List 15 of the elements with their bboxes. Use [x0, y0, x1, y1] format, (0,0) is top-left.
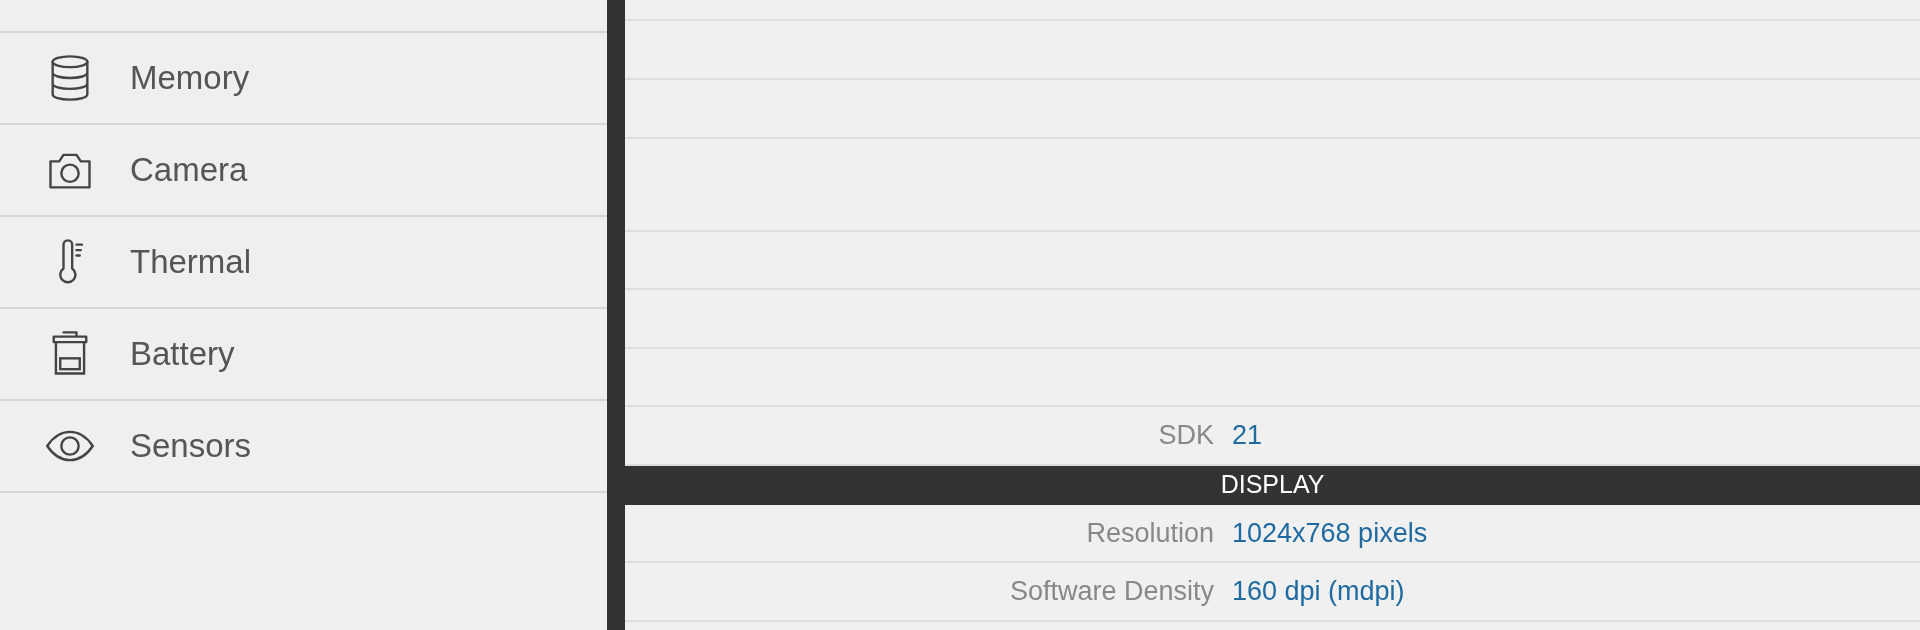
property-value: 21	[1232, 419, 1263, 452]
sidebar-label: Battery	[130, 334, 235, 375]
sidebar-label: Thermal	[130, 242, 252, 283]
property-label: Resolution	[1085, 516, 1215, 550]
sidebar-label: Camera	[130, 150, 248, 191]
section-header: DISPLAY	[625, 465, 1920, 505]
sidebar-label: Sensors	[130, 426, 252, 467]
sidebar-item[interactable]: Camera	[0, 125, 607, 217]
property-label: Software Density	[1008, 575, 1215, 608]
property-label: SDK	[1157, 419, 1215, 452]
property-value: 160 dpi (mdpi)	[1232, 575, 1405, 608]
sidebar-item[interactable]: Battery	[0, 309, 607, 401]
sidebar-label: Memory	[130, 58, 250, 99]
property-value: 1024x768 pixels	[1232, 516, 1428, 550]
sidebar-item[interactable]: Memory	[0, 33, 607, 125]
